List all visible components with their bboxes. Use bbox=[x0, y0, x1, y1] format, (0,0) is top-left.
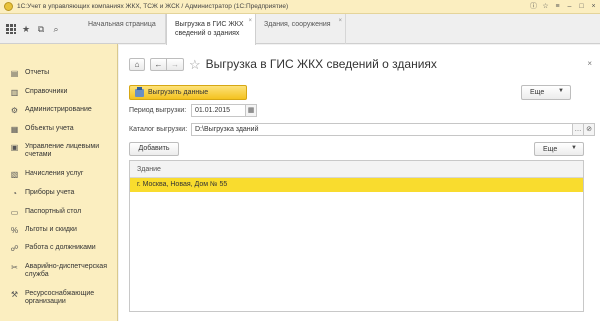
sidebar-item-objects[interactable]: ▦ Объекты учета bbox=[0, 125, 78, 134]
home-icon: ⌂ bbox=[134, 59, 140, 69]
sidebar-item-benefits[interactable]: % Льготы и скидки bbox=[0, 226, 81, 235]
upload-icon bbox=[135, 86, 144, 97]
maximize-icon[interactable]: □ bbox=[577, 2, 586, 11]
tools-icon: ✂ bbox=[11, 263, 18, 272]
sidebar-item-administration[interactable]: ⚙ Администрирование bbox=[0, 106, 96, 115]
tab-label: Выгрузка в ГИС ЖКХ сведений о зданиях bbox=[175, 21, 244, 37]
upload-label: Выгрузить данные bbox=[148, 89, 209, 96]
tab-close-icon[interactable]: × bbox=[248, 17, 252, 26]
sidebar-item-emergency[interactable]: ✂ Аварийно-диспетчерская служба bbox=[0, 263, 117, 279]
sidebar-item-accounts[interactable]: ▣ Управление лицевыми счетами bbox=[0, 143, 117, 159]
more-label: Еще bbox=[543, 145, 558, 153]
forward-button[interactable]: → bbox=[167, 57, 184, 71]
period-field[interactable]: 01.01.2015 bbox=[191, 104, 246, 117]
window-title: 1С:Учет в управляющих компаниях ЖКХ, ТСЖ… bbox=[17, 3, 289, 10]
minimize-icon[interactable]: – bbox=[565, 2, 574, 11]
sidebar-item-debtors[interactable]: ☍ Работа с должниками bbox=[0, 244, 100, 253]
sidebar-item-passport[interactable]: ▭ Паспортный стол bbox=[0, 208, 85, 217]
calendar-button[interactable]: ▦ bbox=[245, 104, 257, 117]
grid-menu-icon[interactable] bbox=[6, 24, 16, 34]
debtors-icon: ☍ bbox=[10, 244, 19, 253]
form-header: ⌂ ← → ☆ Выгрузка в ГИС ЖКХ сведений о зд… bbox=[129, 57, 437, 71]
catalog-label: Каталог выгрузки: bbox=[129, 126, 188, 133]
sidebar-item-label: Ресурсоснабжающие организации bbox=[25, 290, 95, 305]
sidebar-item-label: Администрирование bbox=[25, 106, 92, 113]
chevron-down-icon: ▼ bbox=[571, 145, 577, 151]
sidebar-item-label: Объекты учета bbox=[25, 125, 74, 132]
tab-label: Начальная страница bbox=[88, 21, 156, 28]
info-icon[interactable]: ⓘ bbox=[529, 2, 538, 11]
passport-icon: ▭ bbox=[10, 208, 19, 217]
star-icon[interactable]: ★ bbox=[21, 24, 31, 34]
sidebar-item-label: Льготы и скидки bbox=[25, 226, 77, 233]
sidebar: ▤ Отчеты ▥ Справочники ⚙ Администрирован… bbox=[0, 44, 118, 321]
close-window-icon[interactable]: × bbox=[589, 2, 598, 11]
table-more-button[interactable]: Еще ▼ bbox=[534, 142, 584, 156]
sidebar-item-suppliers[interactable]: ⚒ Ресурсоснабжающие организации bbox=[0, 290, 117, 306]
tab-label: Здания, сооружения bbox=[264, 21, 331, 28]
table-row[interactable]: г. Москва, Новая, Дом № 55 bbox=[130, 178, 583, 192]
tab-gis-upload[interactable]: Выгрузка в ГИС ЖКХ сведений о зданиях × bbox=[166, 14, 256, 45]
window-titlebar: 1С:Учет в управляющих компаниях ЖКХ, ТСЖ… bbox=[0, 0, 600, 14]
page-title: Выгрузка в ГИС ЖКХ сведений о зданиях bbox=[205, 57, 437, 71]
close-form-icon[interactable]: × bbox=[587, 59, 592, 68]
accounts-icon: ▣ bbox=[10, 143, 19, 152]
calendar-icon: ▦ bbox=[247, 107, 255, 114]
charges-icon: ▧ bbox=[10, 170, 19, 179]
report-icon: ▤ bbox=[10, 69, 19, 78]
sidebar-item-label: Отчеты bbox=[25, 69, 50, 76]
favorites-icon[interactable]: ☆ bbox=[541, 2, 550, 11]
chevron-down-icon: ▼ bbox=[558, 88, 564, 94]
main-content: ⌂ ← → ☆ Выгрузка в ГИС ЖКХ сведений о зд… bbox=[119, 45, 600, 321]
sidebar-item-directories[interactable]: ▥ Справочники bbox=[0, 88, 71, 97]
top-icons: ★ ⧉ ⌕ bbox=[0, 14, 80, 44]
catalog-field[interactable]: D:\Выгрузка зданий bbox=[191, 123, 573, 136]
window-controls: ⓘ ☆ ≡ – □ × bbox=[529, 2, 598, 11]
percent-icon: % bbox=[10, 226, 19, 235]
tab-buildings[interactable]: Здания, сооружения × bbox=[256, 14, 346, 44]
sidebar-item-label: Начисления услуг bbox=[25, 170, 84, 177]
sidebar-item-label: Справочники bbox=[25, 88, 68, 95]
sidebar-item-label: Паспортный стол bbox=[25, 208, 82, 215]
menu-icon[interactable]: ≡ bbox=[553, 2, 562, 11]
app-logo-icon bbox=[4, 2, 13, 11]
history-icon[interactable]: ⧉ bbox=[36, 24, 46, 34]
tab-strip: Начальная страница Выгрузка в ГИС ЖКХ св… bbox=[80, 14, 346, 45]
sidebar-item-reports[interactable]: ▤ Отчеты bbox=[0, 69, 53, 78]
meter-icon: ◔ bbox=[12, 189, 17, 198]
tab-home[interactable]: Начальная страница bbox=[80, 14, 166, 44]
sidebar-item-meters[interactable]: ◔ Приборы учета bbox=[0, 189, 78, 198]
table-header-building[interactable]: Здание bbox=[130, 161, 583, 178]
building-icon: ▦ bbox=[10, 125, 19, 134]
sidebar-item-label: Работа с должниками bbox=[25, 244, 96, 251]
top-bar: ★ ⧉ ⌕ Начальная страница Выгрузка в ГИС … bbox=[0, 14, 600, 45]
add-button[interactable]: Добавить bbox=[129, 142, 179, 156]
sidebar-item-charges[interactable]: ▧ Начисления услуг bbox=[0, 170, 87, 179]
supply-icon: ⚒ bbox=[10, 290, 19, 299]
favorite-star-icon[interactable]: ☆ bbox=[189, 58, 201, 71]
sidebar-item-label: Аварийно-диспетчерская служба bbox=[25, 263, 107, 278]
buildings-table: Здание г. Москва, Новая, Дом № 55 bbox=[129, 160, 584, 312]
home-button[interactable]: ⌂ bbox=[129, 57, 145, 71]
sidebar-item-label: Управление лицевыми счетами bbox=[25, 143, 100, 158]
open-button[interactable]: ⊘ bbox=[583, 123, 595, 136]
more-button[interactable]: Еще ▼ bbox=[521, 85, 571, 100]
arrow-right-icon: → bbox=[171, 59, 179, 69]
ellipsis-icon: … bbox=[574, 126, 582, 133]
back-button[interactable]: ← bbox=[150, 57, 167, 71]
upload-data-button[interactable]: Выгрузить данные bbox=[129, 85, 247, 100]
nav-buttons: ← → bbox=[150, 57, 184, 71]
tab-close-icon[interactable]: × bbox=[338, 17, 342, 26]
sidebar-item-label: Приборы учета bbox=[25, 189, 75, 196]
period-label: Период выгрузки: bbox=[129, 107, 187, 114]
arrow-left-icon: ← bbox=[154, 59, 163, 69]
more-label: Еще bbox=[530, 89, 545, 96]
book-icon: ▥ bbox=[10, 88, 19, 97]
search-icon[interactable]: ⌕ bbox=[51, 24, 61, 34]
link-icon: ⊘ bbox=[586, 126, 592, 133]
gear-icon: ⚙ bbox=[10, 106, 19, 115]
